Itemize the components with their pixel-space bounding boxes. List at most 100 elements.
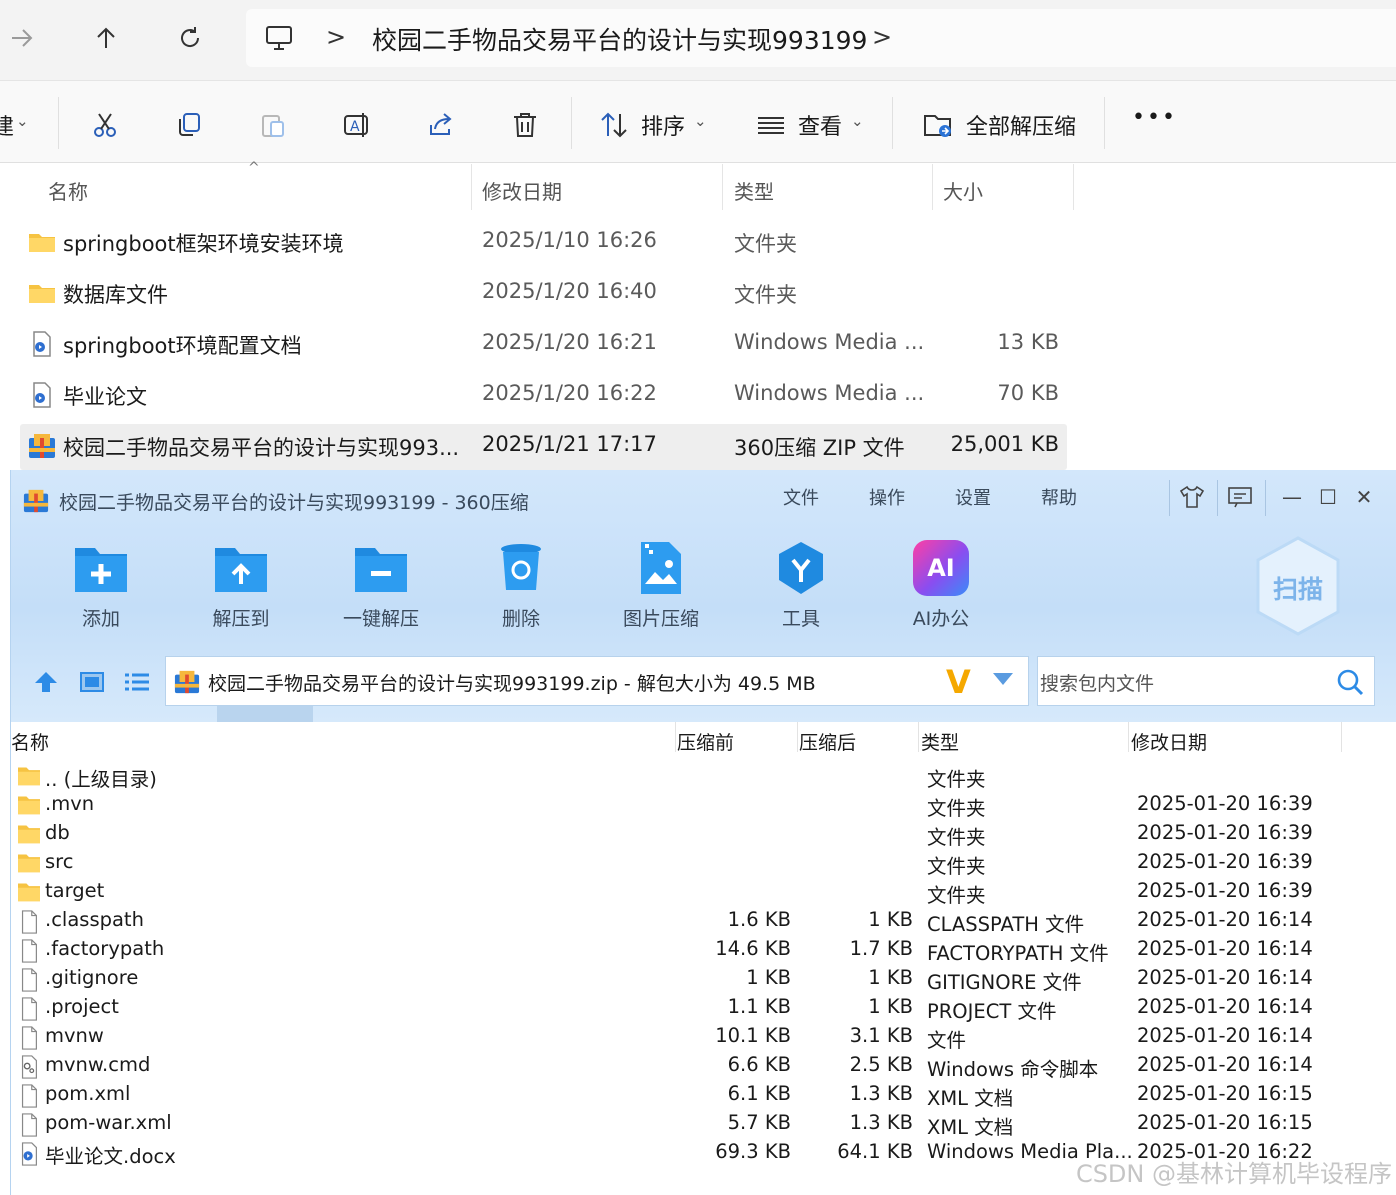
- zip-file-row[interactable]: mvnw 10.1 KB 3.1 KB 文件 2025-01-20 16:14: [11, 1023, 1387, 1052]
- column-header-modified[interactable]: 修改日期: [482, 164, 562, 210]
- column-header-name[interactable]: 名称: [48, 164, 88, 210]
- column-divider[interactable]: [932, 164, 933, 210]
- file-row[interactable]: 毕业论文 2025/1/20 16:22 Windows Media ... 7…: [20, 373, 1067, 419]
- computer-icon[interactable]: [264, 23, 294, 57]
- zip-file-row[interactable]: pom-war.xml 5.7 KB 1.3 KB XML 文档 2025-01-20 …: [11, 1110, 1387, 1139]
- zip-file-row[interactable]: .. (上级目录) 文件夹: [11, 762, 1387, 791]
- zip-file-row[interactable]: .gitignore 1 KB 1 KB GITIGNORE 文件 2025-01-20…: [11, 965, 1387, 994]
- address-bar[interactable]: > 校园二手物品交易平台的设计与实现993199 >: [246, 9, 1396, 67]
- zip-column-modified[interactable]: 修改日期: [1131, 722, 1207, 758]
- chevron-down-icon[interactable]: ⌄: [16, 112, 29, 130]
- zip-file-row[interactable]: .mvn 文件夹 2025-01-20 16:39: [11, 791, 1387, 820]
- new-button-label[interactable]: 建: [0, 109, 14, 141]
- column-divider[interactable]: [1073, 164, 1074, 210]
- zip-file-row[interactable]: mvnw.cmd 6.6 KB 2.5 KB Windows 命令脚本 2025-01-…: [11, 1052, 1387, 1081]
- file-row[interactable]: springboot环境配置文档 2025/1/20 16:21 Windows…: [20, 322, 1067, 368]
- divider: [892, 97, 893, 149]
- chevron-down-icon[interactable]: ⌄: [851, 112, 864, 130]
- zip-file-modified: 2025-01-20 16:39: [1137, 850, 1313, 873]
- divider: [58, 97, 59, 149]
- menu-help[interactable]: 帮助: [1041, 484, 1077, 510]
- command-bar: 建 ⌄ A 排序 ⌄ 查看 ⌄ 全部解压缩 •••: [0, 81, 1396, 163]
- add-button[interactable]: 添加: [41, 540, 161, 636]
- zip-file-row[interactable]: target 文件夹 2025-01-20 16:39: [11, 878, 1387, 907]
- sort-ascending-icon: ^: [248, 160, 260, 176]
- zip-file-row[interactable]: src 文件夹 2025-01-20 16:39: [11, 849, 1387, 878]
- breadcrumb-separator[interactable]: >: [872, 23, 892, 51]
- zip-column-type[interactable]: 类型: [921, 722, 959, 758]
- zip-file-row[interactable]: .factorypath 14.6 KB 1.7 KB FACTORYPATH 文件 2…: [11, 936, 1387, 965]
- delete-bin-icon: [501, 544, 541, 590]
- column-header-type[interactable]: 类型: [734, 164, 774, 210]
- view-list-icon[interactable]: [751, 105, 791, 145]
- column-divider[interactable]: [722, 164, 723, 210]
- maximize-button[interactable]: ☐: [1313, 482, 1343, 512]
- image-compress-button[interactable]: 图片压缩: [601, 540, 721, 636]
- forward-icon[interactable]: [2, 18, 42, 58]
- paste-icon[interactable]: [253, 105, 293, 145]
- column-divider[interactable]: [918, 722, 919, 752]
- archive-search-input[interactable]: 搜索包内文件: [1037, 656, 1375, 706]
- column-divider[interactable]: [1128, 722, 1129, 752]
- verified-badge-icon[interactable]: V: [946, 663, 971, 701]
- column-divider[interactable]: [797, 722, 798, 752]
- extract-all-icon[interactable]: [919, 105, 959, 145]
- zip-file-row[interactable]: .project 1.1 KB 1 KB PROJECT 文件 2025-01-20 1…: [11, 994, 1387, 1023]
- menu-settings[interactable]: 设置: [955, 484, 991, 510]
- extract-to-button[interactable]: 解压到: [181, 540, 301, 636]
- zip-file-row[interactable]: db 文件夹 2025-01-20 16:39: [11, 820, 1387, 849]
- thumbnail-view-icon[interactable]: [79, 670, 105, 698]
- tools-button[interactable]: 工具: [741, 540, 861, 636]
- archive-path-bar[interactable]: 校园二手物品交易平台的设计与实现993199.zip - 解包大小为 49.5 …: [165, 656, 1029, 706]
- feedback-icon[interactable]: [1225, 482, 1255, 512]
- zip-file-row[interactable]: .classpath 1.6 KB 1 KB CLASSPATH 文件 2025-01-…: [11, 907, 1387, 936]
- menu-operate[interactable]: 操作: [869, 484, 905, 510]
- breadcrumb-current-folder[interactable]: 校园二手物品交易平台的设计与实现993199: [372, 21, 867, 57]
- column-divider[interactable]: [471, 164, 472, 210]
- column-divider[interactable]: [1341, 722, 1342, 752]
- zip-column-name[interactable]: 名称: [11, 722, 49, 758]
- column-header-size[interactable]: 大小: [943, 164, 983, 210]
- zip-file-type: 文件夹: [927, 855, 986, 878]
- sort-icon[interactable]: [594, 105, 634, 145]
- view-button-label[interactable]: 查看: [798, 109, 842, 141]
- up-icon[interactable]: [86, 18, 126, 58]
- sort-button-label[interactable]: 排序: [641, 109, 685, 141]
- zip-file-size-before: 69.3 KB: [715, 1140, 791, 1163]
- zip-file-name: .gitignore: [45, 966, 139, 989]
- file-row[interactable]: 数据库文件 2025/1/20 16:40 文件夹: [20, 271, 1067, 317]
- share-icon[interactable]: [421, 105, 461, 145]
- file-row[interactable]: springboot框架环境安装环境 2025/1/10 16:26 文件夹: [20, 220, 1067, 266]
- breadcrumb-separator[interactable]: >: [326, 23, 346, 51]
- file-type: 360压缩 ZIP 文件: [734, 436, 905, 460]
- search-icon[interactable]: [1336, 668, 1364, 700]
- file-icon: [17, 997, 41, 1021]
- skin-shirt-icon[interactable]: [1177, 482, 1207, 512]
- chevron-down-icon[interactable]: ⌄: [694, 112, 707, 130]
- more-options-icon[interactable]: •••: [1132, 105, 1177, 130]
- menu-file[interactable]: 文件: [783, 484, 819, 510]
- delete-icon[interactable]: [505, 105, 545, 145]
- file-modified: 2025/1/20 16:40: [482, 279, 657, 303]
- extract-all-button-label[interactable]: 全部解压缩: [966, 109, 1076, 141]
- cut-icon[interactable]: [85, 105, 125, 145]
- rename-icon[interactable]: A: [337, 105, 377, 145]
- path-dropdown-icon[interactable]: [992, 671, 1014, 690]
- refresh-icon[interactable]: [170, 18, 210, 58]
- ai-office-label: AI办公: [912, 608, 970, 630]
- close-button[interactable]: ✕: [1349, 482, 1379, 512]
- go-up-icon[interactable]: [33, 670, 59, 698]
- minimize-button[interactable]: —: [1277, 482, 1307, 512]
- ai-office-button[interactable]: AI AI办公: [881, 540, 1001, 636]
- zip-column-before[interactable]: 压缩前: [677, 722, 734, 758]
- copy-icon[interactable]: [169, 105, 209, 145]
- scan-button[interactable]: 扫描: [1254, 536, 1342, 636]
- zip-file-row[interactable]: pom.xml 6.1 KB 1.3 KB XML 文档 2025-01-20 16:1…: [11, 1081, 1387, 1110]
- zip-column-after[interactable]: 压缩后: [799, 722, 856, 758]
- list-view-icon[interactable]: [123, 670, 151, 698]
- one-click-extract-button[interactable]: 一键解压: [321, 540, 441, 636]
- delete-button[interactable]: 删除: [461, 540, 581, 636]
- add-label: 添加: [81, 608, 120, 630]
- file-row-selected[interactable]: 校园二手物品交易平台的设计与实现993... 2025/1/21 17:17 3…: [20, 424, 1067, 470]
- column-divider[interactable]: [675, 722, 676, 752]
